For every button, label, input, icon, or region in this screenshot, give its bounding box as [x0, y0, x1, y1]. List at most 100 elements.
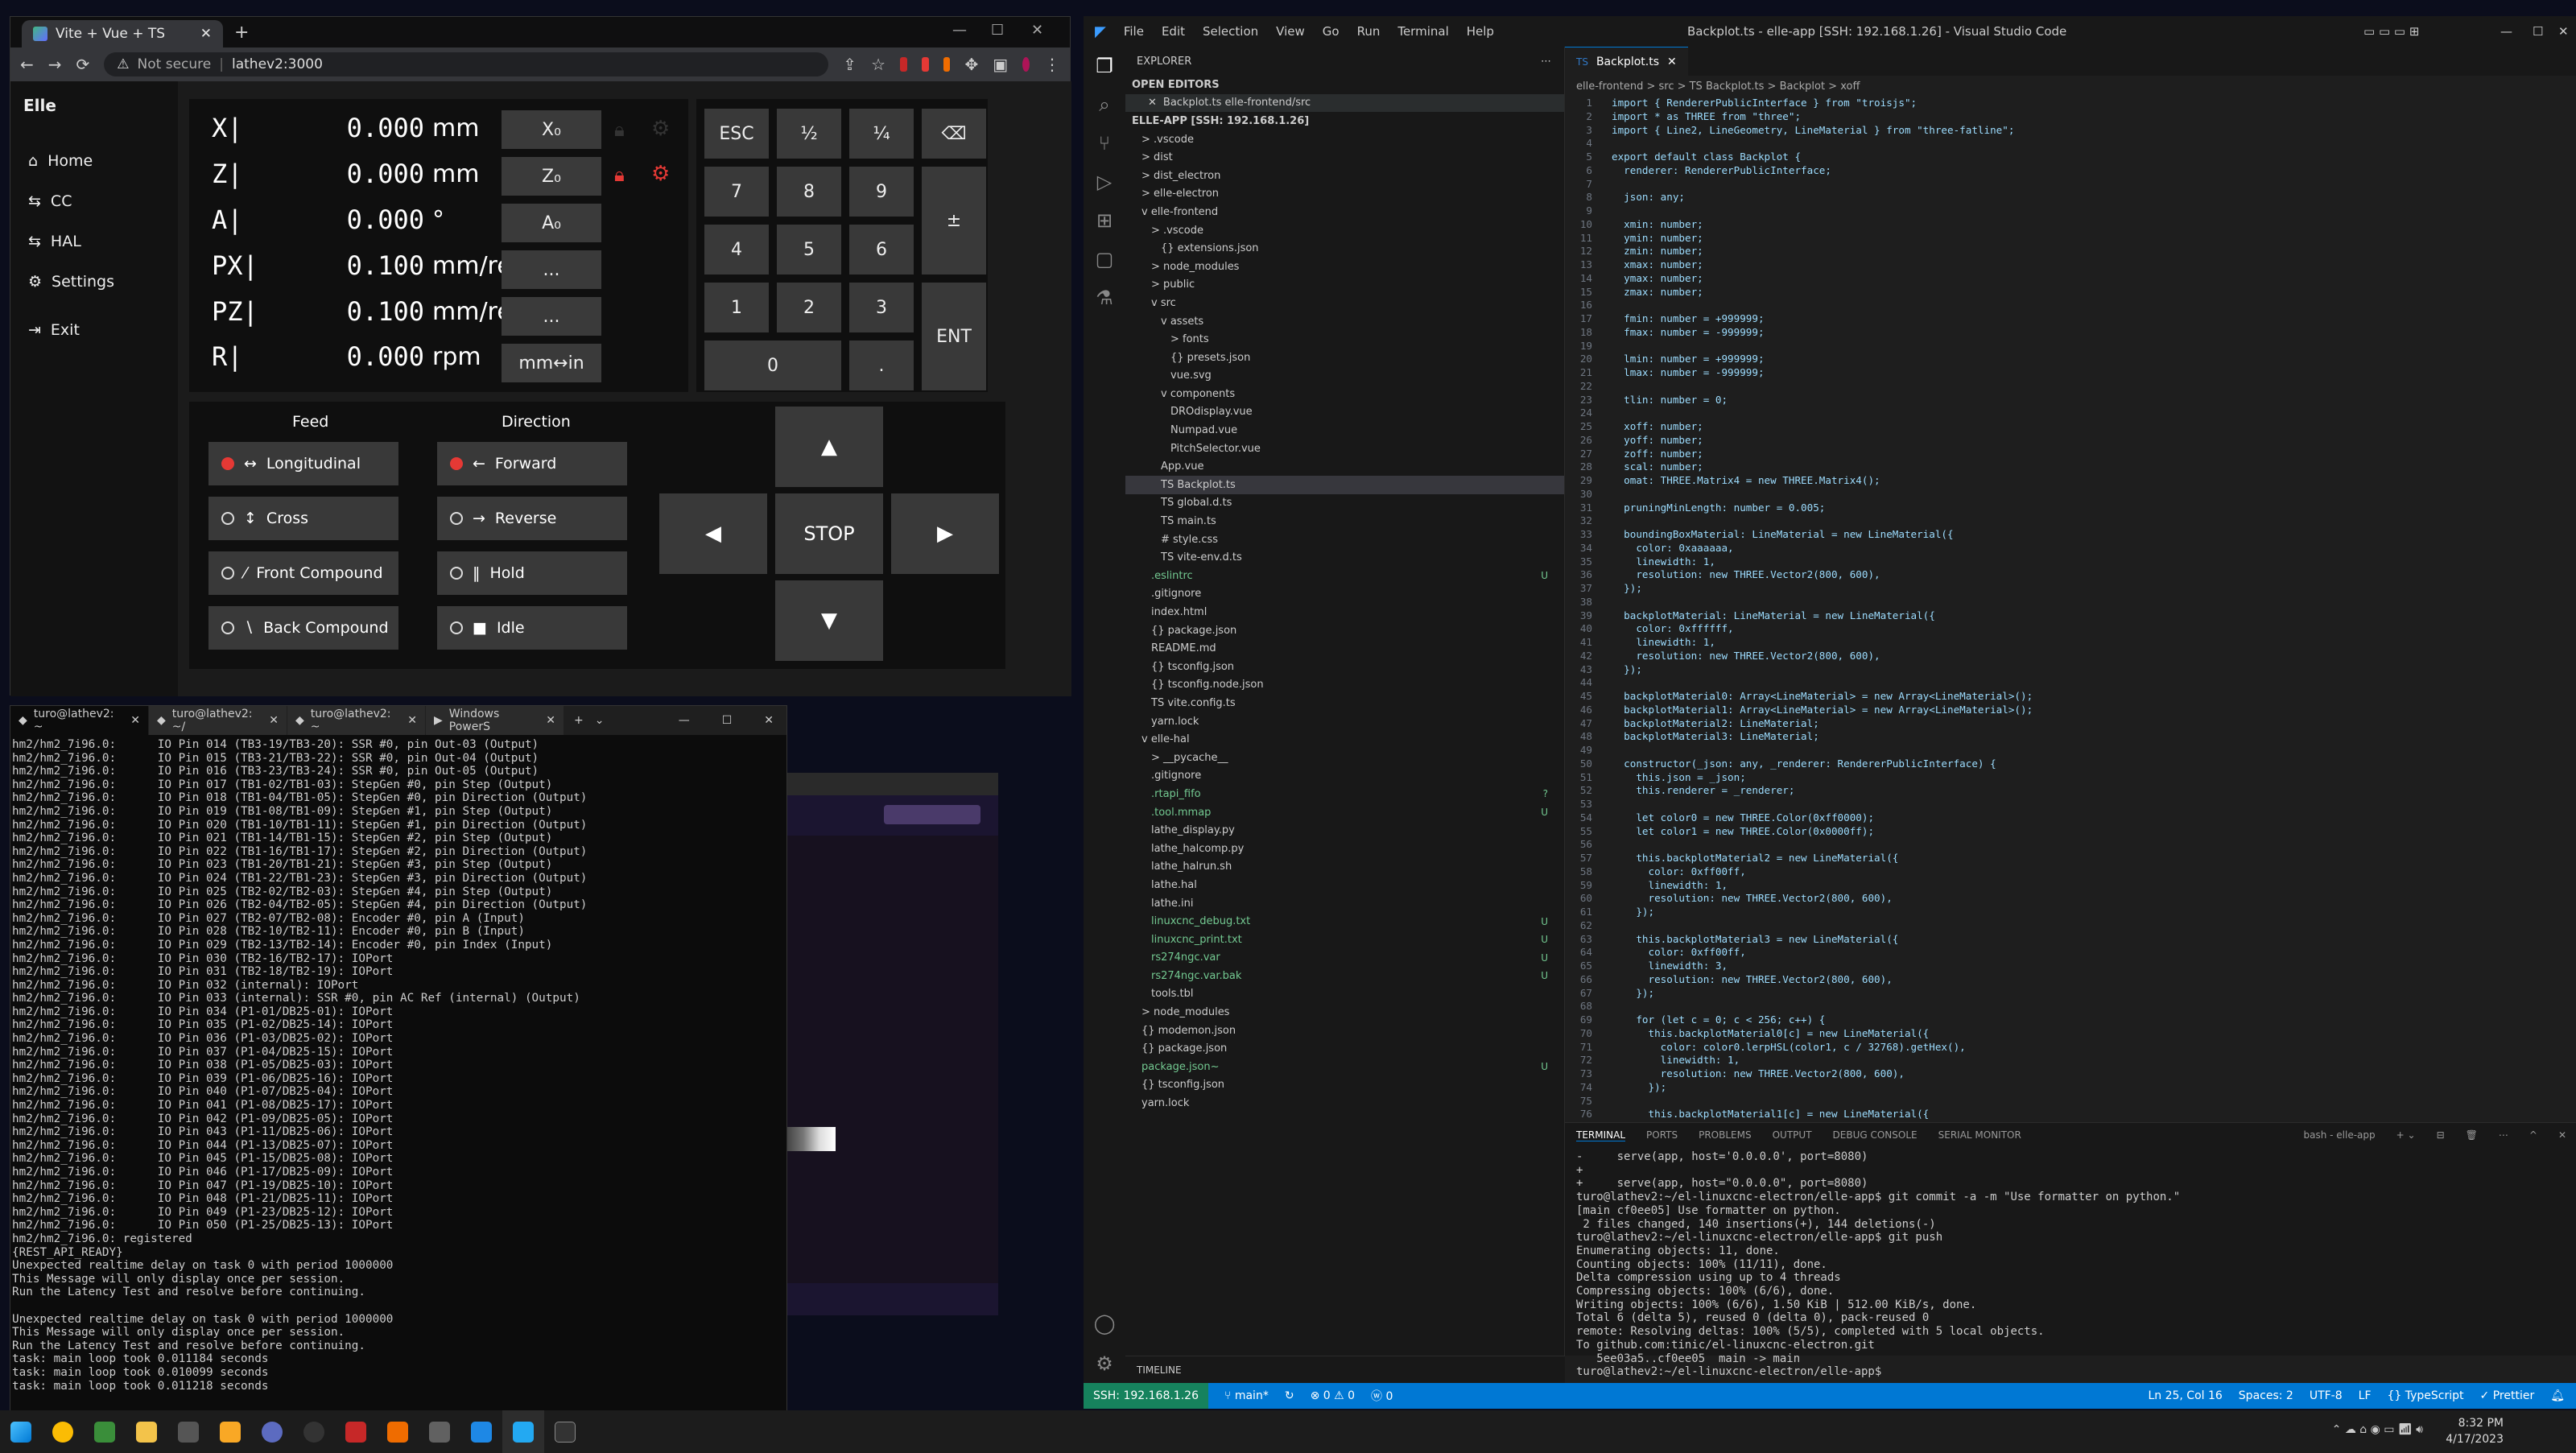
- testing-icon[interactable]: ⚗: [1084, 279, 1125, 317]
- open-editors-section[interactable]: OPEN EDITORS: [1125, 76, 1564, 94]
- menu-run[interactable]: Run: [1357, 24, 1381, 39]
- backspace-key[interactable]: ⌫: [922, 109, 986, 159]
- more-icon[interactable]: ⋯: [1541, 56, 1551, 68]
- remote-explorer-icon[interactable]: ▢: [1084, 240, 1125, 279]
- windows-start-icon[interactable]: [0, 1410, 42, 1453]
- menu-go[interactable]: Go: [1323, 24, 1340, 39]
- tree-item[interactable]: > node_modules: [1125, 1003, 1564, 1022]
- zero-x-button[interactable]: X₀: [502, 110, 601, 149]
- gear-icon[interactable]: ⚙: [1084, 1344, 1125, 1383]
- tree-item[interactable]: .eslintrc U: [1125, 567, 1564, 585]
- app-icon[interactable]: [84, 1410, 126, 1453]
- source-control-icon[interactable]: ⑂: [1084, 124, 1125, 163]
- close-window-icon[interactable]: ✕: [1031, 22, 1043, 39]
- app-icon[interactable]: [377, 1410, 419, 1453]
- close-window-icon[interactable]: ✕: [2558, 24, 2569, 39]
- tree-item[interactable]: TS Backplot.ts: [1125, 476, 1564, 494]
- maximize-icon[interactable]: ☐: [991, 22, 1004, 39]
- menu-help[interactable]: Help: [1467, 24, 1494, 39]
- tree-item[interactable]: > public: [1125, 276, 1564, 295]
- esc-key[interactable]: ESC: [704, 109, 769, 159]
- key-0[interactable]: 0: [704, 341, 841, 390]
- minimize-icon[interactable]: —: [952, 22, 967, 39]
- plus-minus-key[interactable]: ±: [922, 167, 986, 275]
- maximize-icon[interactable]: ☐: [722, 714, 733, 727]
- encoding[interactable]: UTF-8: [2310, 1389, 2343, 1402]
- jog-up-button[interactable]: ▲: [775, 407, 883, 487]
- tree-item[interactable]: TS global.d.ts: [1125, 494, 1564, 513]
- chrome-icon[interactable]: [42, 1410, 84, 1453]
- key-5[interactable]: 5: [777, 225, 841, 275]
- direction-reverse-button[interactable]: → Reverse: [437, 497, 627, 540]
- tab-ports[interactable]: PORTS: [1646, 1129, 1678, 1141]
- close-icon[interactable]: ✕: [200, 26, 212, 42]
- enter-key[interactable]: ENT: [922, 283, 986, 390]
- feed-longitudinal-button[interactable]: ↔ Longitudinal: [208, 442, 398, 485]
- forward-icon[interactable]: →: [48, 55, 62, 74]
- tree-item[interactable]: tools.tbl: [1125, 985, 1564, 1004]
- sidepanel-icon[interactable]: ▣: [993, 55, 1008, 74]
- tree-item[interactable]: {} modemon.json: [1125, 1022, 1564, 1040]
- system-tray[interactable]: ⌃ ☁ ⌂ ◉ ▭ 📶︎ 🔊︎: [2332, 1423, 2423, 1436]
- app-icon[interactable]: [167, 1410, 209, 1453]
- terminal-tab[interactable]: ◆ turo@lathev2: ~ ✕: [287, 706, 426, 735]
- tree-item[interactable]: linuxcnc_print.txt U: [1125, 931, 1564, 949]
- feed-front-compound-button[interactable]: ⁄ Front Compound: [208, 551, 398, 595]
- pitch-x-button[interactable]: ...: [502, 250, 601, 289]
- menu-selection[interactable]: Selection: [1203, 24, 1258, 39]
- tree-item[interactable]: .gitignore: [1125, 585, 1564, 604]
- split-icon[interactable]: ⊟: [2437, 1129, 2445, 1141]
- tree-item[interactable]: {} tsconfig.node.json: [1125, 676, 1564, 695]
- tree-item[interactable]: {} package.json: [1125, 621, 1564, 640]
- layout-icon[interactable]: ▭ ▭ ▭ ⊞: [2363, 24, 2419, 39]
- key-4[interactable]: 4: [704, 225, 769, 275]
- nav-item-hal[interactable]: ⇆ HAL: [10, 221, 178, 262]
- tree-item[interactable]: .rtapi_fifo?: [1125, 785, 1564, 803]
- close-icon[interactable]: ✕: [1667, 56, 1677, 68]
- terminal-tab[interactable]: ◆ turo@lathev2: ~ ✕: [10, 706, 149, 735]
- tree-item[interactable]: > .vscode: [1125, 221, 1564, 240]
- quarter-key[interactable]: ¼: [849, 109, 914, 159]
- extension-icon[interactable]: [943, 57, 951, 72]
- tree-item[interactable]: {} extensions.json: [1125, 239, 1564, 258]
- tree-item[interactable]: index.html: [1125, 603, 1564, 621]
- new-tab-icon[interactable]: +: [234, 23, 249, 43]
- bell-icon[interactable]: 🔔︎: [2550, 1389, 2565, 1402]
- file-explorer-icon[interactable]: [126, 1410, 167, 1453]
- zero-z-button[interactable]: Z₀: [502, 157, 601, 196]
- key-3[interactable]: 3: [849, 283, 914, 332]
- tree-item[interactable]: {} tsconfig.json: [1125, 1076, 1564, 1095]
- tree-item[interactable]: > __pycache__: [1125, 749, 1564, 767]
- timeline-section[interactable]: TIMELINE: [1125, 1356, 1565, 1383]
- close-window-icon[interactable]: ✕: [764, 714, 774, 727]
- breadcrumb[interactable]: elle-frontend > src > TS Backplot.ts > B…: [1565, 76, 2576, 97]
- direction-idle-button[interactable]: ■ Idle: [437, 606, 627, 650]
- menu-file[interactable]: File: [1124, 24, 1144, 39]
- zero-a-button[interactable]: A₀: [502, 204, 601, 242]
- tree-item[interactable]: lathe_halrun.sh: [1125, 858, 1564, 877]
- tab-debug-console[interactable]: DEBUG CONSOLE: [1833, 1129, 1918, 1141]
- tree-item[interactable]: {} tsconfig.json: [1125, 658, 1564, 676]
- avatar[interactable]: [1022, 57, 1030, 72]
- tree-item[interactable]: yarn.lock: [1125, 1094, 1564, 1112]
- search-icon[interactable]: ⌕: [1084, 85, 1125, 124]
- half-key[interactable]: ½: [777, 109, 841, 159]
- puzzle-icon[interactable]: ✥: [964, 55, 978, 74]
- tree-item[interactable]: lathe_halcomp.py: [1125, 840, 1564, 858]
- app-icon[interactable]: [335, 1410, 377, 1453]
- tree-item[interactable]: > dist_electron: [1125, 167, 1564, 185]
- tree-item[interactable]: v src: [1125, 294, 1564, 312]
- terminal-instance-label[interactable]: bash - elle-app: [2304, 1129, 2376, 1141]
- project-section[interactable]: ELLE-APP [SSH: 192.168.1.26]: [1125, 112, 1564, 130]
- trash-icon[interactable]: 🗑︎: [2466, 1129, 2478, 1141]
- app-icon[interactable]: [460, 1410, 502, 1453]
- address-bar[interactable]: ⚠ Not secure | lathev2:3000: [104, 52, 829, 76]
- tree-item[interactable]: # style.css: [1125, 530, 1564, 549]
- tree-item[interactable]: > elle-electron: [1125, 185, 1564, 204]
- tree-item[interactable]: TS vite-env.d.ts: [1125, 548, 1564, 567]
- remote-indicator[interactable]: SSH: 192.168.1.26: [1084, 1383, 1208, 1409]
- tree-item[interactable]: v elle-frontend: [1125, 203, 1564, 221]
- tree-item[interactable]: {} presets.json: [1125, 349, 1564, 367]
- key-2[interactable]: 2: [777, 283, 841, 332]
- feed-back-compound-button[interactable]: ∖ Back Compound: [208, 606, 398, 650]
